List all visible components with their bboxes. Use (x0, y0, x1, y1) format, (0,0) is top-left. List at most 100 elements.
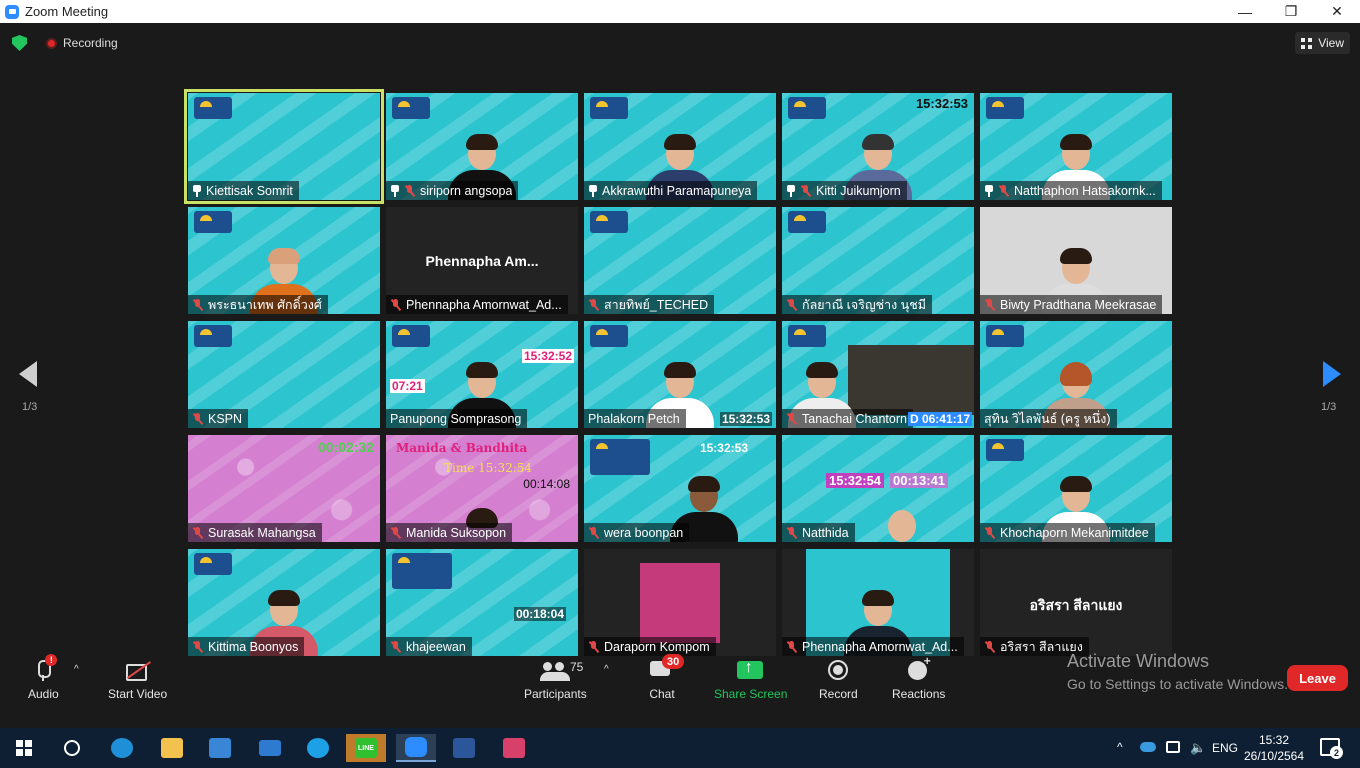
obs-logo-icon (194, 553, 232, 575)
participant-name-bar: Surasak Mahangsa (188, 523, 322, 542)
line-app-icon[interactable]: LINE (346, 734, 386, 762)
participant-name-bar: Tanachai Chantorn (782, 409, 913, 428)
video-tile[interactable]: Natthaphon Hatsakornk... (980, 93, 1172, 200)
video-tile[interactable]: 15:32:54 00:13:41 Natthida (782, 435, 974, 542)
mic-muted-icon (390, 298, 402, 311)
leave-button[interactable]: Leave (1287, 665, 1348, 691)
participant-video (640, 563, 720, 643)
edge-app-icon[interactable] (102, 734, 142, 762)
next-page-arrow-icon[interactable] (1323, 361, 1341, 387)
video-tile-active-speaker[interactable]: Akkrawuthi Paramapuneya (584, 93, 776, 200)
search-taskbar-icon[interactable] (52, 734, 92, 762)
obs-logo-icon (590, 211, 628, 233)
file-explorer-icon[interactable] (152, 734, 192, 762)
taskbar-clock[interactable]: 15:32 26/10/2564 (1242, 732, 1306, 764)
share-screen-button[interactable]: Share Screen (714, 658, 787, 701)
view-button[interactable]: View (1295, 32, 1350, 54)
video-tile-camera-off[interactable]: Phennapha Am... Phennapha Amornwat_Ad... (386, 207, 578, 314)
recording-label[interactable]: Recording (63, 36, 118, 50)
obs-logo-icon (194, 97, 232, 119)
word-app-icon[interactable] (444, 734, 484, 762)
network-icon[interactable] (1166, 741, 1180, 753)
taskbar-date: 26/10/2564 (1243, 749, 1305, 763)
participant-name-bar: siriporn angsopa (386, 181, 519, 200)
video-tile[interactable]: Khochaporn Mekanimitdee (980, 435, 1172, 542)
close-button[interactable]: ✕ (1314, 0, 1360, 23)
video-tile[interactable]: 15:32:53 wera boonpan (584, 435, 776, 542)
video-tile[interactable]: กัลยาณี เจริญช่าง นุชมี (782, 207, 974, 314)
participant-name: กัลยาณี เจริญช่าง นุชมี (802, 297, 926, 312)
word-logo (453, 738, 475, 758)
video-tile[interactable]: Daraporn Kompom (584, 549, 776, 656)
record-label: Record (819, 687, 858, 701)
participant-name-bar: สายทิพย์_TECHED (584, 295, 715, 314)
video-tile-camera-off[interactable]: อริสรา สีลาแยง อริสรา สีลาแยง (980, 549, 1172, 656)
participants-count: 75 (570, 660, 584, 674)
onedrive-cloud-icon[interactable] (1140, 742, 1156, 752)
minimize-button[interactable]: — (1222, 0, 1268, 23)
obs-logo-icon (986, 97, 1024, 119)
overlay-title: Manida & Bandhita (396, 441, 528, 455)
video-tile[interactable]: siriporn angsopa (386, 93, 578, 200)
reactions-button[interactable]: Reactions (892, 654, 945, 701)
pin-icon (786, 184, 796, 197)
clock-overlay: 15:32:53 (699, 441, 748, 455)
video-tile[interactable]: พระธนาเทพ ศักดิ์วงศ์ (188, 207, 380, 314)
video-tile[interactable]: D 06:41:17 Tanachai Chantorn (782, 321, 974, 428)
audio-options-caret-icon[interactable]: ^ (74, 664, 79, 675)
participant-name-bar: Biwty Pradthana Meekrasae (980, 295, 1163, 314)
participant-display-name: Phennapha Am... (425, 253, 539, 269)
participant-name: Kiettisak Somrit (206, 183, 293, 198)
participant-name-bar: พระธนาเทพ ศักดิ์วงศ์ (188, 295, 328, 314)
participant-name: Tanachai Chantorn (802, 411, 907, 426)
mail-app-icon[interactable] (250, 734, 290, 762)
volume-speaker-icon[interactable]: 🔈 (1190, 740, 1206, 756)
video-tile[interactable]: KSPN (188, 321, 380, 428)
video-tile[interactable]: 00:02:32 Surasak Mahangsa (188, 435, 380, 542)
video-tile[interactable]: 00:18:04 khajeewan (386, 549, 578, 656)
access-app-icon[interactable] (494, 734, 534, 762)
video-tile[interactable]: สายทิพย์_TECHED (584, 207, 776, 314)
video-tile[interactable]: Biwty Pradthana Meekrasae (980, 207, 1172, 314)
mic-muted-icon (800, 184, 812, 197)
participants-options-caret-icon[interactable]: ^ (604, 664, 609, 675)
windows-start-icon (16, 740, 32, 756)
participants-icon (540, 658, 571, 682)
mic-muted-icon (404, 184, 416, 197)
video-tile[interactable]: Kiettisak Somrit (184, 89, 384, 204)
start-button[interactable] (4, 734, 44, 762)
clock-overlay: D 06:41:17 (907, 412, 972, 426)
video-tile[interactable]: สุทิน วิไลพันธ์ (ครู หนึ่ง) (980, 321, 1172, 428)
mic-muted-icon (588, 526, 600, 539)
record-button[interactable]: Record (819, 658, 858, 701)
video-tile[interactable]: 15:32:53 Kitti Juikumjorn (782, 93, 974, 200)
audio-button[interactable]: ! Audio (28, 654, 59, 701)
overlay-time: Time 15:32:54 (444, 461, 533, 475)
participant-name-bar: Phalakorn Petch (584, 409, 686, 428)
zoom-taskbar-icon[interactable] (396, 734, 436, 762)
participant-name-bar: KSPN (188, 409, 249, 428)
maximize-button[interactable]: ❐ (1268, 0, 1314, 23)
timer-overlay: 00:13:41 (890, 473, 949, 488)
video-grid: Kiettisak Somrit siriporn angsopa Akkraw… (184, 89, 1172, 657)
participant-name: สายทิพย์_TECHED (604, 297, 709, 312)
start-video-button[interactable]: Start Video (108, 658, 167, 701)
input-language-indicator[interactable]: ENG (1212, 741, 1238, 755)
security-shield-icon[interactable] (12, 35, 27, 51)
internet-explorer-icon[interactable] (298, 734, 338, 762)
previous-page-arrow-icon[interactable] (19, 361, 37, 387)
meeting-area: Recording View Kiettisak Somrit siriporn… (0, 23, 1360, 728)
video-tile[interactable]: Kittima Boonyos (188, 549, 380, 656)
store-app-icon[interactable] (200, 734, 240, 762)
participant-display-name: อริสรา สีลาแยง (1029, 597, 1123, 613)
show-hidden-icons-caret-icon[interactable]: ^ (1117, 740, 1123, 754)
mic-muted-icon (998, 184, 1010, 197)
video-tile[interactable]: Manida & Bandhita Time 15:32:54 00:14:08… (386, 435, 578, 542)
audio-alert-badge: ! (45, 654, 58, 666)
share-screen-label: Share Screen (714, 687, 788, 701)
video-tile[interactable]: 15:32:52 07:21 Panupong Somprasong (386, 321, 578, 428)
video-tile[interactable]: 15:32:53 Phalakorn Petch (584, 321, 776, 428)
window-titlebar: Zoom Meeting — ❐ ✕ (0, 0, 1360, 23)
video-tile[interactable]: Phennapha Amornwat_Ad... (782, 549, 974, 656)
obs-logo-icon (392, 553, 452, 589)
